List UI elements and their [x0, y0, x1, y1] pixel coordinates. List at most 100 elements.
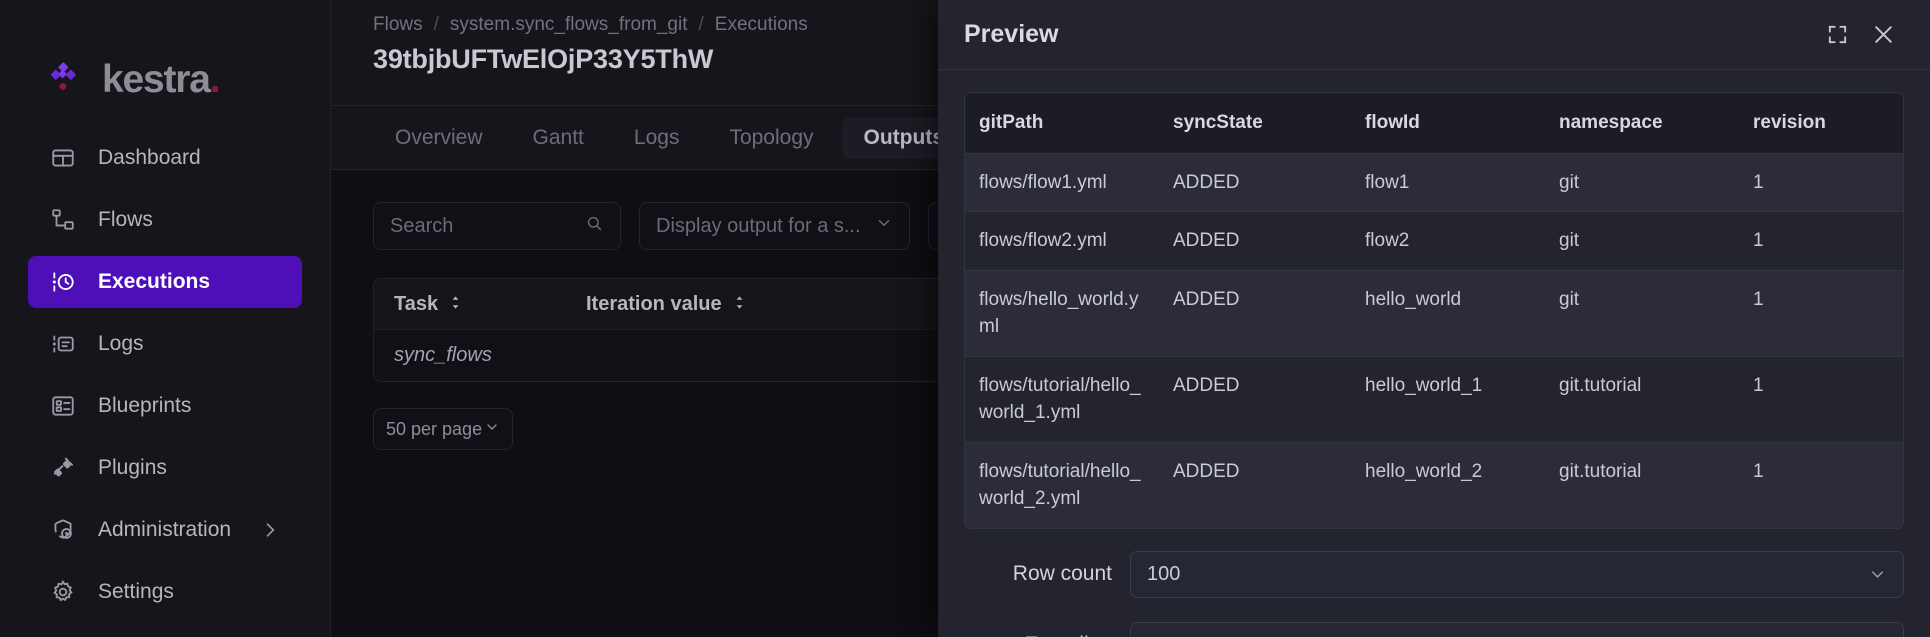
- preview-cell-flowid: hello_world_2: [1365, 460, 1483, 482]
- breadcrumb-separator: /: [433, 14, 439, 35]
- preview-cell-flowid: hello_world: [1365, 288, 1462, 310]
- row-count-field: Row count 100: [964, 550, 1904, 598]
- preview-cell-namespace: git: [1559, 230, 1580, 252]
- per-page-label: 50 per page: [386, 418, 483, 439]
- outputs-column-iteration-value[interactable]: Iteration value: [586, 293, 747, 316]
- preview-cell-gitpath: flows/flow2.yml: [979, 230, 1107, 252]
- breadcrumb-item-executions[interactable]: Executions: [715, 14, 808, 36]
- settings-gear-icon: [50, 579, 76, 605]
- preview-title: Preview: [964, 20, 1059, 48]
- breadcrumb-item-namespace[interactable]: system.sync_flows_from_git: [450, 14, 688, 36]
- table-row[interactable]: flows/hello_world.yml ADDED hello_world …: [965, 269, 1903, 356]
- sidebar-item-label: Flows: [98, 208, 153, 231]
- preview-actions: [1826, 22, 1896, 47]
- flows-icon: [50, 207, 76, 233]
- preview-cell-syncstate: ADDED: [1173, 230, 1240, 252]
- preview-cell-syncstate: ADDED: [1173, 374, 1240, 396]
- preview-column-revision: revision: [1753, 112, 1826, 133]
- preview-cell-namespace: git: [1559, 288, 1580, 310]
- preview-cell-flowid: flow2: [1365, 230, 1410, 252]
- tab-overview[interactable]: Overview: [373, 117, 505, 159]
- preview-cell-gitpath: flows/flow1.yml: [979, 171, 1107, 193]
- preview-table-header: gitPath syncState flowId namespace revis…: [965, 93, 1903, 153]
- preview-settings: Row count 100 Encoding UTF-8: [938, 529, 1930, 637]
- magnifier-icon: [585, 214, 604, 239]
- chevron-right-icon[interactable]: [260, 520, 280, 540]
- preview-cell-gitpath: flows/tutorial/hello_world_1.yml: [979, 374, 1141, 424]
- preview-cell-gitpath: flows/tutorial/hello_world_2.yml: [979, 460, 1141, 510]
- tab-gantt[interactable]: Gantt: [511, 117, 606, 159]
- sidebar-item-label: Settings: [98, 580, 174, 603]
- encoding-select[interactable]: UTF-8: [1130, 621, 1904, 637]
- chevron-down-icon: [1868, 565, 1887, 584]
- search-input[interactable]: Search: [373, 202, 621, 250]
- brand-logo[interactable]: kestra.: [0, 0, 330, 110]
- preview-cell-syncstate: ADDED: [1173, 288, 1240, 310]
- expand-fullscreen-icon[interactable]: [1826, 23, 1849, 46]
- encoding-field: Encoding UTF-8: [964, 621, 1904, 637]
- outputs-cell-task: sync_flows: [394, 344, 492, 366]
- table-row[interactable]: flows/tutorial/hello_world_1.yml ADDED h…: [965, 355, 1903, 442]
- plugins-icon: [50, 455, 76, 481]
- sidebar-item-label: Plugins: [98, 456, 167, 479]
- brand-dot: .: [209, 57, 221, 101]
- executions-icon: [50, 269, 76, 295]
- chevron-down-icon: [484, 419, 500, 440]
- table-row[interactable]: flows/flow2.yml ADDED flow2 git 1: [965, 211, 1903, 270]
- sort-arrows-icon: [732, 293, 747, 316]
- search-placeholder: Search: [390, 214, 454, 237]
- preview-cell-namespace: git.tutorial: [1559, 374, 1642, 396]
- preview-cell-namespace: git: [1559, 171, 1580, 193]
- sort-arrows-icon: [448, 293, 463, 316]
- per-page-select[interactable]: 50 per page: [373, 408, 513, 450]
- sidebar-item-label: Logs: [98, 332, 144, 355]
- sidebar-item-logs[interactable]: Logs: [28, 318, 302, 370]
- sidebar-item-plugins[interactable]: Plugins: [28, 442, 302, 494]
- blueprints-icon: [50, 393, 76, 419]
- sidebar-nav: Dashboard Flows Executions Logs Blueprin…: [0, 132, 330, 618]
- logs-icon: [50, 331, 76, 357]
- preview-header: Preview: [938, 0, 1930, 70]
- sidebar-item-flows[interactable]: Flows: [28, 194, 302, 246]
- preview-column-flowid: flowId: [1365, 112, 1420, 133]
- sidebar-item-executions[interactable]: Executions: [28, 256, 302, 308]
- breadcrumb-item-flows[interactable]: Flows: [373, 14, 423, 36]
- preview-panel: Preview gitPath syncState flowId namespa…: [938, 0, 1930, 637]
- tab-topology[interactable]: Topology: [707, 117, 835, 159]
- output-task-filter-select[interactable]: Display output for a s...: [639, 202, 910, 250]
- sidebar-item-blueprints[interactable]: Blueprints: [28, 380, 302, 432]
- preview-column-namespace: namespace: [1559, 112, 1663, 133]
- sidebar: kestra. Dashboard Flows Executions Logs …: [0, 0, 331, 637]
- sidebar-item-settings[interactable]: Settings: [28, 566, 302, 618]
- sidebar-item-administration[interactable]: Administration: [28, 504, 302, 556]
- sidebar-item-label: Blueprints: [98, 394, 192, 417]
- preview-cell-namespace: git.tutorial: [1559, 460, 1642, 482]
- preview-cell-syncstate: ADDED: [1173, 171, 1240, 193]
- kestra-logo-icon: [48, 58, 88, 98]
- preview-body: gitPath syncState flowId namespace revis…: [938, 70, 1930, 529]
- table-row[interactable]: flows/tutorial/hello_world_2.yml ADDED h…: [965, 441, 1903, 528]
- tab-logs[interactable]: Logs: [612, 117, 702, 159]
- preview-column-syncstate: syncState: [1173, 112, 1263, 133]
- preview-cell-revision: 1: [1753, 230, 1764, 252]
- breadcrumb-separator: /: [698, 14, 704, 35]
- sidebar-item-label: Executions: [98, 270, 211, 293]
- sidebar-item-dashboard[interactable]: Dashboard: [28, 132, 302, 184]
- row-count-select[interactable]: 100: [1130, 550, 1904, 598]
- preview-cell-flowid: hello_world_1: [1365, 374, 1483, 396]
- preview-cell-revision: 1: [1753, 460, 1764, 482]
- sidebar-item-label: Dashboard: [98, 146, 201, 169]
- sidebar-item-label: Administration: [98, 518, 232, 541]
- row-count-label: Row count: [1012, 562, 1112, 586]
- app-root: kestra. Dashboard Flows Executions Logs …: [0, 0, 1930, 637]
- preview-cell-revision: 1: [1753, 288, 1764, 310]
- table-row[interactable]: flows/flow1.yml ADDED flow1 git 1: [965, 152, 1903, 212]
- preview-cell-flowid: flow1: [1365, 171, 1410, 193]
- chevron-down-icon: [875, 214, 893, 238]
- administration-icon: [50, 517, 76, 543]
- close-x-icon[interactable]: [1871, 22, 1896, 47]
- brand-name: kestra.: [102, 57, 221, 101]
- preview-data-table: gitPath syncState flowId namespace revis…: [964, 92, 1904, 529]
- outputs-column-iteration-label: Iteration value: [586, 292, 722, 315]
- outputs-column-task[interactable]: Task: [394, 293, 586, 316]
